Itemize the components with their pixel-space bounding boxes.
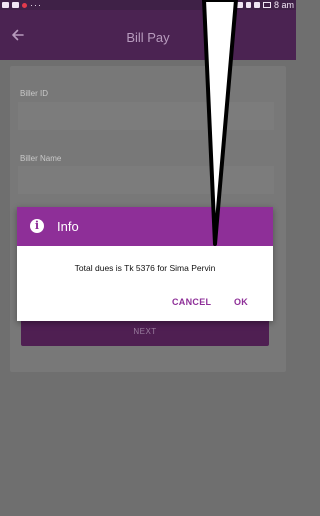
gallery-icon bbox=[2, 2, 9, 8]
biller-name-label: Biller Name bbox=[20, 154, 62, 163]
battery-icon bbox=[262, 2, 271, 8]
next-button[interactable]: NEXT bbox=[21, 318, 269, 346]
notification-dot-icon bbox=[22, 2, 27, 8]
network-icon bbox=[245, 2, 251, 8]
sim-icon bbox=[235, 2, 243, 8]
biller-id-field[interactable] bbox=[18, 102, 274, 130]
cancel-button[interactable]: CANCEL bbox=[172, 297, 211, 307]
status-right: 8 am bbox=[235, 0, 294, 10]
info-icon: i bbox=[30, 219, 44, 233]
status-left: ··· bbox=[2, 0, 42, 10]
overflow-indicator: ··· bbox=[30, 0, 42, 10]
biller-name-field[interactable] bbox=[18, 166, 274, 194]
status-bar: ··· 8 am bbox=[0, 0, 296, 10]
dialog-title: Info bbox=[57, 219, 79, 234]
page-title: Bill Pay bbox=[126, 30, 170, 45]
dialog-header: i Info bbox=[17, 207, 273, 246]
status-time: 8 am bbox=[273, 0, 294, 10]
app-bar: Bill Pay bbox=[0, 10, 296, 60]
signal-icon bbox=[253, 2, 260, 8]
ok-button[interactable]: OK bbox=[234, 297, 248, 307]
dialog-message: Total dues is Tk 5376 for Sima Pervin bbox=[74, 263, 216, 273]
image-icon bbox=[12, 2, 19, 8]
info-dialog: i Info Total dues is Tk 5376 for Sima Pe… bbox=[17, 207, 273, 321]
screen: ··· 8 am Bill Pay Biller ID Biller Name … bbox=[0, 0, 296, 516]
biller-id-label: Biller ID bbox=[20, 89, 49, 98]
